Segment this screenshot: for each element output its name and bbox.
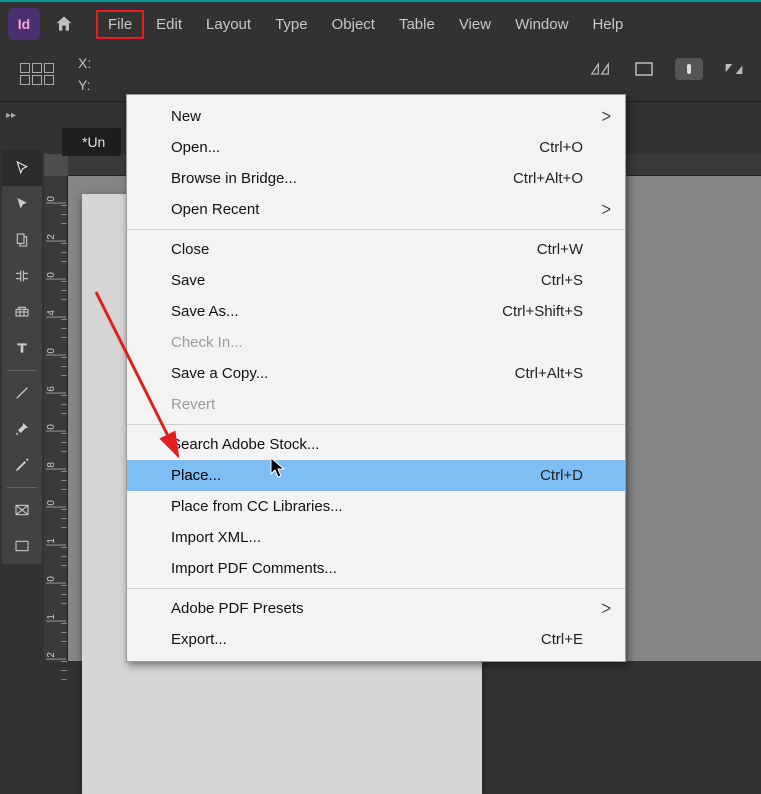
tools-panel xyxy=(2,150,42,564)
menu-item-label: Export... xyxy=(171,631,227,648)
menu-item-save[interactable]: Save Ctrl+S xyxy=(127,265,625,296)
menu-item-export[interactable]: Export... Ctrl+E xyxy=(127,624,625,655)
control-bar-right xyxy=(587,56,747,82)
menu-item-label: Save xyxy=(171,272,205,289)
reference-point-grid[interactable] xyxy=(20,63,54,85)
panel-expand-icon[interactable]: ▸▸ xyxy=(4,108,18,122)
selection-tool[interactable] xyxy=(2,150,42,186)
menu-item-search-adobe-stock[interactable]: Search Adobe Stock... xyxy=(127,429,625,460)
file-menu-dropdown: New ᐳ Open... Ctrl+O Browse in Bridge... Ctrl… xyxy=(126,94,626,662)
menu-object[interactable]: Object xyxy=(320,10,387,39)
menu-item-label: Save a Copy... xyxy=(171,365,268,382)
menu-item-new[interactable]: New ᐳ xyxy=(127,101,625,132)
menu-item-shortcut: Ctrl+O xyxy=(539,139,597,156)
rectangle-frame-tool[interactable] xyxy=(2,492,42,528)
menu-item-label: Open... xyxy=(171,139,220,156)
ruler-vertical: 0204060801012 xyxy=(44,176,68,661)
menu-item-label: Adobe PDF Presets xyxy=(171,600,304,617)
submenu-arrow-icon: ᐳ xyxy=(602,202,611,218)
rectangle-tool-icon[interactable] xyxy=(631,56,657,82)
menu-item-adobe-pdf-presets[interactable]: Adobe PDF Presets ᐳ xyxy=(127,593,625,624)
menubar: Id FileEditLayoutTypeObjectTableViewWind… xyxy=(0,2,761,46)
menu-item-shortcut: Ctrl+E xyxy=(541,631,597,648)
menu-item-label: Import PDF Comments... xyxy=(171,560,337,577)
x-label: X: xyxy=(78,55,91,71)
document-tabs: *Un xyxy=(62,128,121,156)
flip-horizontal-icon[interactable] xyxy=(587,56,613,82)
document-canvas[interactable]: 0204060801012 NewᐳOpen...Ctrl+OBrowse in… xyxy=(44,154,761,661)
content-collector-tool[interactable] xyxy=(2,294,42,330)
menu-item-label: New xyxy=(171,108,201,125)
menu-item-label: Check In... xyxy=(171,334,243,351)
type-tool[interactable] xyxy=(2,330,42,366)
menu-item-label: Import XML... xyxy=(171,529,261,546)
document-tab[interactable]: *Un xyxy=(62,128,121,156)
pencil-tool[interactable] xyxy=(2,447,42,483)
home-icon[interactable] xyxy=(50,10,78,38)
menu-layout[interactable]: Layout xyxy=(194,10,263,39)
page-tool[interactable] xyxy=(2,222,42,258)
menu-item-save-as[interactable]: Save As... Ctrl+Shift+S xyxy=(127,296,625,327)
menu-item-check-in: Check In... xyxy=(127,327,625,358)
menu-item-label: Save As... xyxy=(171,303,239,320)
corner-options-icon[interactable] xyxy=(721,56,747,82)
line-tool[interactable] xyxy=(2,375,42,411)
menu-edit[interactable]: Edit xyxy=(144,10,194,39)
menu-item-shortcut: Ctrl+D xyxy=(540,467,597,484)
menu-item-shortcut: Ctrl+S xyxy=(541,272,597,289)
menu-item-save-a-copy[interactable]: Save a Copy... Ctrl+Alt+S xyxy=(127,358,625,389)
stroke-weight-chip[interactable] xyxy=(675,58,703,80)
menu-item-shortcut: Ctrl+Alt+O xyxy=(513,170,597,187)
workspace: ▸▸ *Un 0204060801012 NewᐳOpen...Ctrl+OBr… xyxy=(0,102,761,661)
menu-item-label: Place from CC Libraries... xyxy=(171,498,343,515)
menu-item-import-pdf-comments[interactable]: Import PDF Comments... xyxy=(127,553,625,584)
menu-item-import-xml[interactable]: Import XML... xyxy=(127,522,625,553)
menu-table[interactable]: Table xyxy=(387,10,447,39)
gap-tool[interactable] xyxy=(2,258,42,294)
menu-item-browse-in-bridge[interactable]: Browse in Bridge... Ctrl+Alt+O xyxy=(127,163,625,194)
menu-item-label: Search Adobe Stock... xyxy=(171,436,319,453)
menu-view[interactable]: View xyxy=(447,10,503,39)
menu-file[interactable]: File xyxy=(96,10,144,39)
menu-item-open-recent[interactable]: Open Recent ᐳ xyxy=(127,194,625,225)
rectangle-tool[interactable] xyxy=(2,528,42,564)
menu-item-label: Close xyxy=(171,241,209,258)
menu-item-place[interactable]: Place... Ctrl+D xyxy=(127,460,625,491)
menu-item-revert: Revert xyxy=(127,389,625,420)
menu-item-label: Place... xyxy=(171,467,221,484)
menu-item-place-from-cc-libraries[interactable]: Place from CC Libraries... xyxy=(127,491,625,522)
menu-help[interactable]: Help xyxy=(580,10,635,39)
menu-item-label: Browse in Bridge... xyxy=(171,170,297,187)
submenu-arrow-icon: ᐳ xyxy=(602,601,611,617)
menu-item-label: Open Recent xyxy=(171,201,259,218)
menu-item-open[interactable]: Open... Ctrl+O xyxy=(127,132,625,163)
menu-item-close[interactable]: Close Ctrl+W xyxy=(127,234,625,265)
menu-item-shortcut: Ctrl+Alt+S xyxy=(515,365,597,382)
menu-window[interactable]: Window xyxy=(503,10,580,39)
pen-tool[interactable] xyxy=(2,411,42,447)
submenu-arrow-icon: ᐳ xyxy=(602,109,611,125)
direct-selection-tool[interactable] xyxy=(2,186,42,222)
app-icon: Id xyxy=(8,8,40,40)
menu-item-shortcut: Ctrl+Shift+S xyxy=(502,303,597,320)
menu-item-shortcut: Ctrl+W xyxy=(537,241,597,258)
y-label: Y: xyxy=(78,77,91,93)
cursor-icon xyxy=(270,457,288,479)
menu-type[interactable]: Type xyxy=(263,10,320,39)
menu-item-label: Revert xyxy=(171,396,215,413)
